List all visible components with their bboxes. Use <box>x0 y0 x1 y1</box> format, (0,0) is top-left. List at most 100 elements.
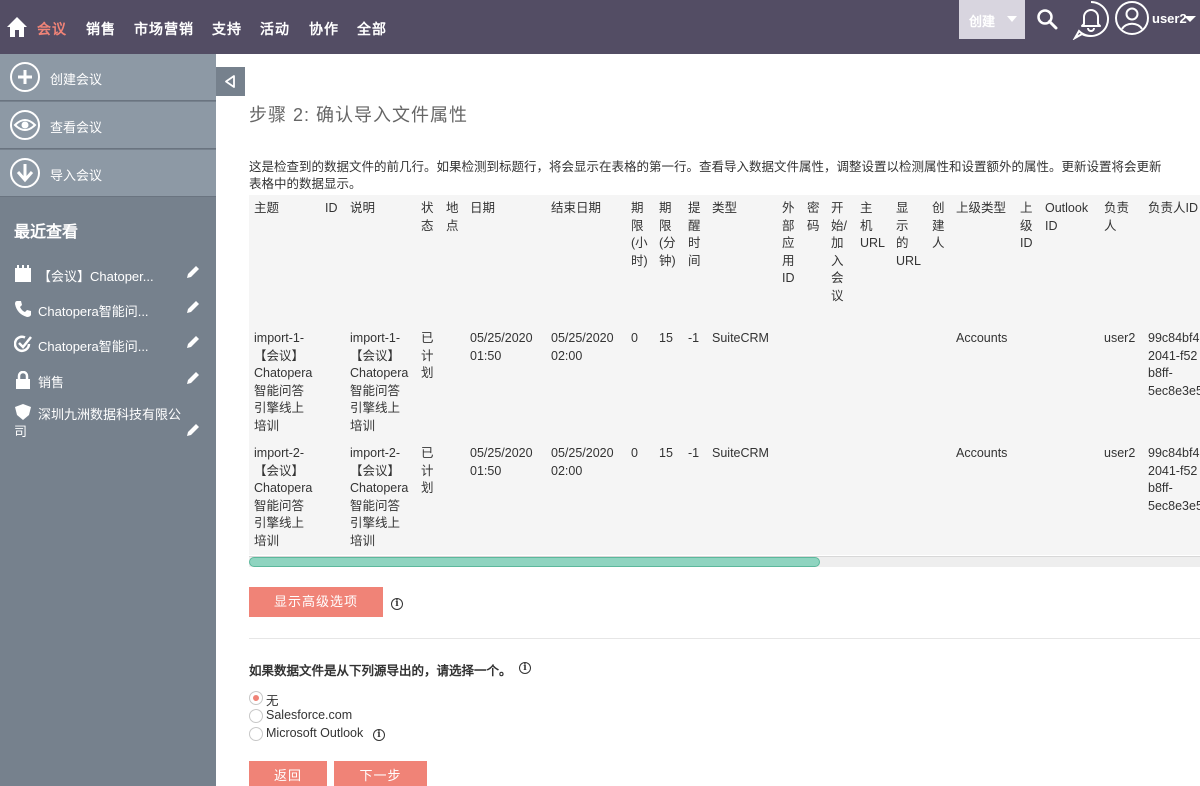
notification-bell-icon[interactable] <box>1072 0 1110 40</box>
cell-subject-line: import-2- <box>254 446 305 460</box>
pencil-icon[interactable] <box>186 423 200 437</box>
cell-subject-line: 智能问答 <box>254 498 305 513</box>
next-button[interactable]: 下一步 <box>334 761 427 786</box>
horizontal-scrollbar[interactable] <box>249 556 1200 567</box>
lock-icon <box>16 371 30 389</box>
cell-assigned: user2 <box>1104 446 1136 460</box>
cell-duration-m: 15 <box>659 331 673 345</box>
calendar-icon <box>15 265 31 282</box>
sidebar-action-view-meetings[interactable]: 查看会议 <box>0 102 216 149</box>
cell-duration-m: 15 <box>659 446 673 460</box>
recent-item-label: Chatopera智能问... <box>38 339 149 354</box>
sidebar-action-import-meetings[interactable]: 导入会议 <box>0 150 216 197</box>
info-icon[interactable]: i <box>519 662 531 674</box>
recent-item[interactable]: 【会议】Chatoper... <box>0 261 216 291</box>
sidebar-action-label: 导入会议 <box>50 168 103 183</box>
scrollbar-thumb[interactable] <box>249 557 820 567</box>
recent-item[interactable]: 销售 <box>0 367 216 397</box>
nav-item-support[interactable]: 支持 <box>212 19 242 39</box>
recent-item[interactable]: 深圳九洲数据科技有限公 司 <box>0 399 216 439</box>
column-header-line: 日期 <box>470 201 496 215</box>
column-header-line: (小 <box>631 236 648 250</box>
intro-line: 这是检查到的数据文件的前几行。如果检测到标题行，将会显示在表格的第一行。查看导入… <box>249 160 1162 174</box>
column-header: 日期 <box>470 200 495 218</box>
column-header: 结束日期 <box>551 200 601 218</box>
cell-status: 已计划 <box>421 330 434 383</box>
create-dropdown-button[interactable]: 创建 <box>959 0 1025 39</box>
pencil-icon[interactable] <box>186 335 200 349</box>
nav-item-all[interactable]: 全部 <box>357 19 387 39</box>
column-header-line: 限 <box>659 218 672 233</box>
info-icon[interactable]: i <box>391 598 403 610</box>
column-header: 创建人 <box>932 200 945 253</box>
sidebar-action-create-meeting[interactable]: 创建会议 <box>0 54 216 101</box>
column-header-line: 醒 <box>688 218 701 233</box>
cell-description-line: Chatopera <box>350 481 409 495</box>
chevron-down-icon <box>1007 16 1017 22</box>
column-header-line: 时) <box>631 253 648 268</box>
column-header-line: 主题 <box>254 201 280 215</box>
back-button[interactable]: 返回 <box>249 761 327 786</box>
pencil-icon[interactable] <box>186 265 200 279</box>
column-header: 开始/加入会议 <box>831 200 847 305</box>
column-header-line: 间 <box>688 253 701 268</box>
create-label: 创建 <box>969 14 996 29</box>
cell-date-line: 01:50 <box>470 348 502 363</box>
column-header-line: (分 <box>659 236 676 250</box>
source-radio-none[interactable] <box>249 691 263 705</box>
column-header: 提醒时间 <box>688 200 701 270</box>
cell-status-line: 已 <box>421 331 434 345</box>
column-header-line: URL <box>860 236 886 250</box>
column-header-line: 时 <box>688 236 701 250</box>
source-radio-outlook[interactable] <box>249 727 263 741</box>
column-header-line: ID <box>325 201 338 215</box>
cell-duration-h: 0 <box>631 331 638 345</box>
cell-status-line: 已 <box>421 446 434 460</box>
column-header: 上级 ID <box>1020 200 1033 253</box>
column-header-line: 部 <box>782 218 795 233</box>
cell-description-line: import-2- <box>350 446 401 460</box>
cell-end-date: 05/25/2020 02:00 <box>551 330 614 365</box>
column-header: 上级类型 <box>956 200 1006 218</box>
chevron-down-icon[interactable] <box>1184 16 1196 22</box>
recent-item[interactable]: Chatopera智能问... <box>0 296 216 326</box>
preview-table: 主题 ID 说明状态地点日期 结束日期期限 (小 时) 期限 (分 钟) 提醒时间类型外部应用 ID… <box>249 195 1200 555</box>
column-header-line: 期 <box>659 201 672 215</box>
show-advanced-options-button[interactable]: 显示高级选项 <box>249 587 383 617</box>
pencil-icon[interactable] <box>186 300 200 314</box>
recent-item-label-wrap: 司 <box>14 424 28 439</box>
nav-item-sales[interactable]: 销售 <box>86 19 116 39</box>
column-header-line: 的 <box>896 236 909 250</box>
cell-subject-line: 【会议】 <box>254 463 305 478</box>
recent-item[interactable]: Chatopera智能问... <box>0 331 216 361</box>
column-header-line: ID <box>1020 236 1033 250</box>
cell-assigned-id-line: b8ff- <box>1148 366 1173 380</box>
column-header-line: 机 <box>860 218 873 233</box>
user-avatar-icon[interactable] <box>1114 0 1150 36</box>
nav-item-marketing[interactable]: 市场营销 <box>134 19 194 39</box>
source-radio-salesforce[interactable] <box>249 709 263 723</box>
column-header-line: 用 <box>782 253 795 268</box>
column-header: 地点 <box>446 200 459 235</box>
nav-item-collaboration[interactable]: 协作 <box>309 19 339 39</box>
cell-subject-line: 培训 <box>254 418 280 433</box>
info-icon[interactable]: i <box>373 729 385 741</box>
cell-description: import-2- 【会议】 Chatopera 智能问答 引擎线上 培训 <box>350 445 408 550</box>
cell-assigned-id-line: b8ff- <box>1148 481 1173 495</box>
pencil-icon[interactable] <box>186 371 200 385</box>
collapse-sidebar-button[interactable] <box>216 67 245 96</box>
column-header-line: 级 <box>1020 218 1033 233</box>
source-question: 如果数据文件是从下列源导出的，请选择一个。 <box>249 664 512 678</box>
column-header: 期限 (小 时) <box>631 200 648 270</box>
column-header-line: 议 <box>831 288 844 303</box>
column-header: 密码 <box>807 200 820 235</box>
search-icon[interactable] <box>1036 8 1058 30</box>
user-name[interactable]: user2 <box>1152 11 1187 26</box>
cell-assigned-id: 99c84bf4 2041-f52 b8ff- 5ec8e3e5 <box>1148 445 1200 515</box>
nav-item-meetings[interactable]: 会议 <box>37 19 67 39</box>
eye-icon <box>10 110 40 140</box>
sidebar-action-label: 查看会议 <box>50 120 103 135</box>
home-icon[interactable] <box>6 16 28 38</box>
cell-subject: import-1- 【会议】 Chatopera 智能问答 引擎线上 培训 <box>254 330 312 435</box>
nav-item-activities[interactable]: 活动 <box>260 19 290 39</box>
